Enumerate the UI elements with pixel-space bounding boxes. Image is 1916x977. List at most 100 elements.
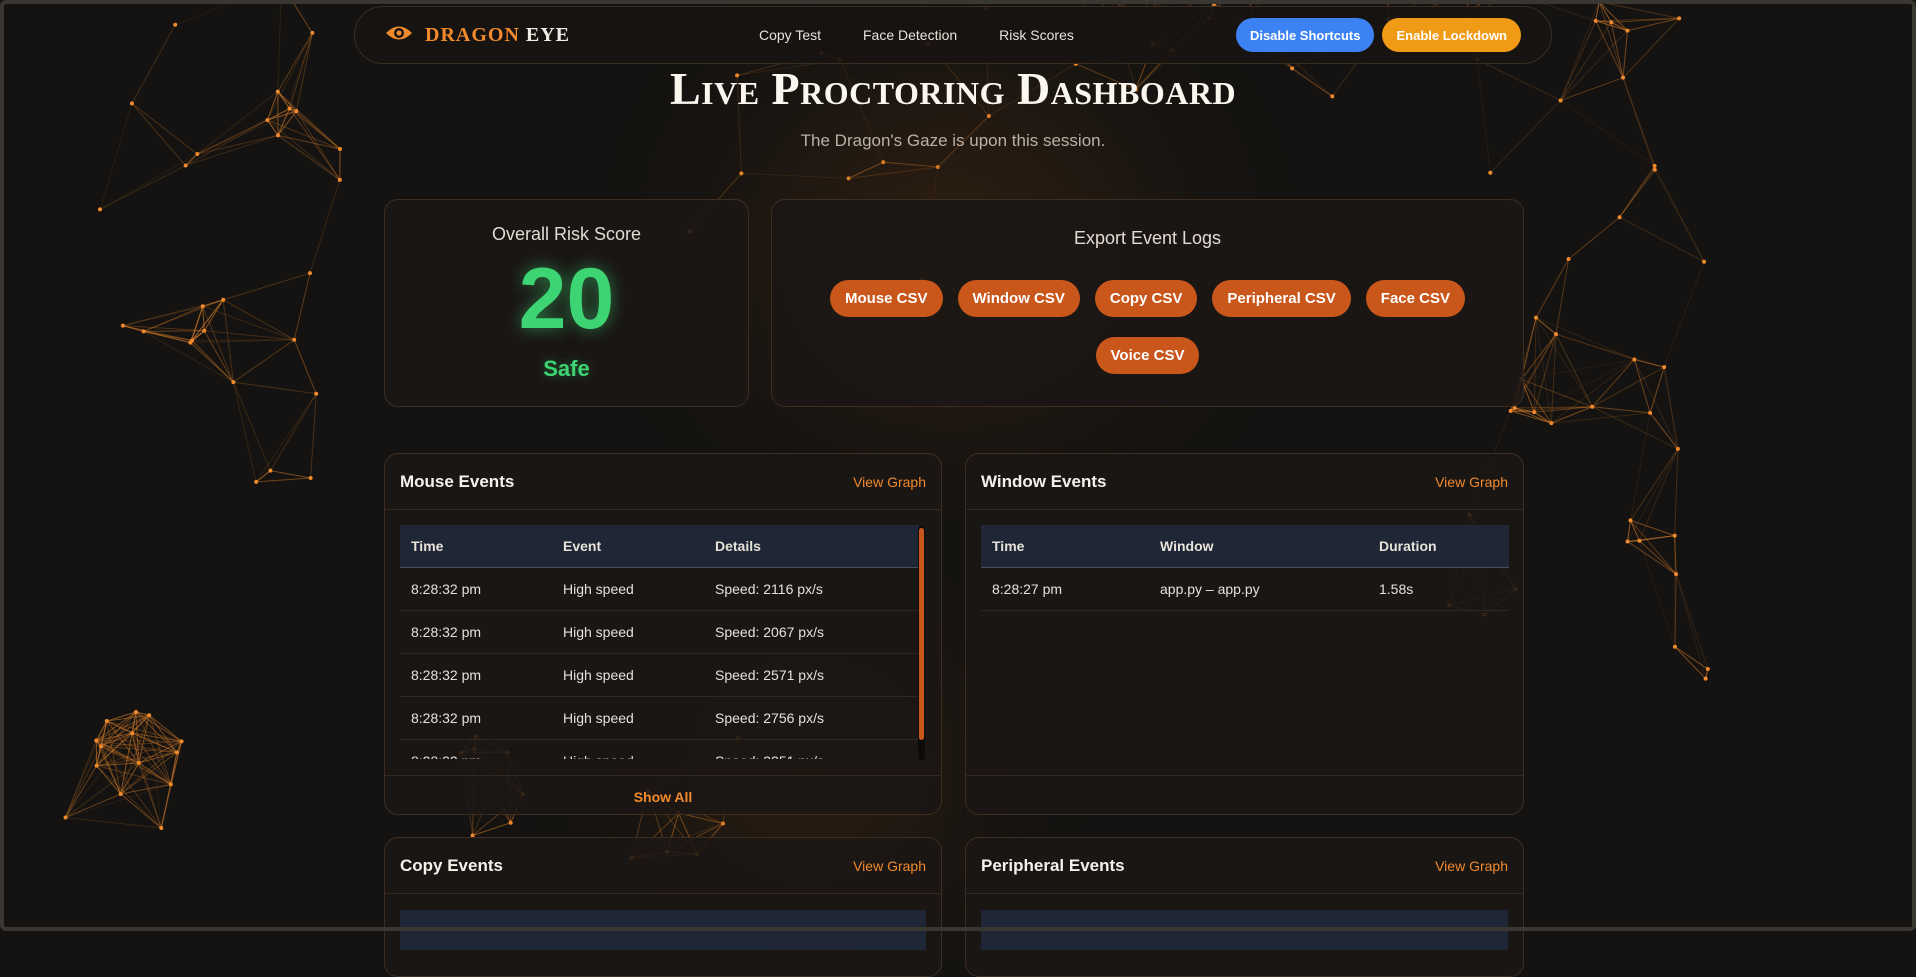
- risk-score-card: Overall Risk Score 20 Safe: [384, 199, 749, 407]
- top-navbar: DRAGONEYE Copy Test Face Detection Risk …: [354, 6, 1552, 64]
- network-line: [1664, 262, 1704, 367]
- network-line: [1620, 170, 1655, 217]
- network-node: [231, 380, 235, 384]
- network-line: [1664, 367, 1678, 449]
- nav-link-face-detection[interactable]: Face Detection: [863, 27, 957, 43]
- network-node: [254, 480, 258, 484]
- network-line: [1536, 318, 1556, 335]
- network-line: [97, 766, 121, 794]
- network-node: [308, 271, 312, 275]
- network-node: [1625, 29, 1629, 33]
- peripheral-view-graph-link[interactable]: View Graph: [1435, 858, 1508, 874]
- network-node: [1590, 405, 1594, 409]
- enable-lockdown-button[interactable]: Enable Lockdown: [1382, 18, 1521, 52]
- network-node: [314, 392, 318, 396]
- cell-details: Speed: 2756 px/s: [704, 697, 919, 740]
- network-line: [223, 273, 310, 300]
- face-csv-button[interactable]: Face CSV: [1366, 280, 1465, 317]
- window-view-graph-link[interactable]: View Graph: [1435, 474, 1508, 490]
- network-node: [1673, 534, 1677, 538]
- brand-name-part1: DRAGON: [425, 24, 520, 46]
- network-line: [1592, 359, 1634, 406]
- divider: [966, 775, 1523, 776]
- network-line: [1522, 359, 1635, 379]
- cell-details: Speed: 2067 px/s: [704, 611, 919, 654]
- divider: [385, 893, 941, 894]
- brand-logo[interactable]: DRAGONEYE: [385, 23, 570, 48]
- nav-link-copy-test[interactable]: Copy Test: [759, 27, 821, 43]
- peripheral-csv-button[interactable]: Peripheral CSV: [1212, 280, 1350, 317]
- network-line: [1628, 536, 1675, 542]
- mouse-events-panel: Mouse Events View Graph Time Event Detai…: [384, 453, 942, 815]
- table-row: 8:28:27 pmapp.py – app.py1.58s: [981, 568, 1509, 611]
- divider: [385, 509, 941, 510]
- network-node: [221, 298, 225, 302]
- window-csv-button[interactable]: Window CSV: [958, 280, 1080, 317]
- network-line: [256, 471, 270, 482]
- copy-csv-button[interactable]: Copy CSV: [1095, 280, 1198, 317]
- network-node: [121, 324, 125, 328]
- network-node: [1567, 257, 1571, 261]
- network-node: [292, 338, 296, 342]
- mouse-csv-button[interactable]: Mouse CSV: [830, 280, 943, 317]
- network-node: [201, 304, 205, 308]
- copy-events-panel: Copy Events View Graph: [384, 837, 942, 977]
- network-line: [66, 766, 97, 818]
- network-node: [509, 821, 513, 825]
- cell-event: High speed: [552, 611, 704, 654]
- network-node: [1618, 215, 1622, 219]
- page-title: Live Proctoring Dashboard: [0, 62, 1906, 115]
- export-logs-card: Export Event Logs Mouse CSV Window CSV C…: [771, 199, 1524, 407]
- network-line: [1108, 0, 1214, 4]
- network-line: [1536, 318, 1592, 407]
- column-header-window: Window: [1149, 525, 1368, 568]
- disable-shortcuts-button[interactable]: Disable Shortcuts: [1236, 18, 1375, 52]
- cell-time: 8:28:32 pm: [400, 568, 552, 611]
- mouse-table-scrollbar[interactable]: [918, 526, 925, 760]
- nav-link-risk-scores[interactable]: Risk Scores: [999, 27, 1074, 43]
- network-node: [1628, 518, 1632, 522]
- cell-duration: 1.58s: [1368, 568, 1509, 611]
- table-row: 8:28:32 pmHigh speedSpeed: 2571 px/s: [400, 654, 919, 697]
- network-node: [173, 23, 177, 27]
- copy-view-graph-link[interactable]: View Graph: [853, 858, 926, 874]
- network-line: [1639, 449, 1677, 541]
- table-header-row: Time Event Details: [400, 525, 919, 568]
- network-node: [184, 164, 188, 168]
- network-node: [1532, 410, 1536, 414]
- peripheral-events-panel: Peripheral Events View Graph: [965, 837, 1524, 977]
- network-line: [256, 478, 310, 482]
- cell-time: 8:28:32 pm: [400, 740, 552, 760]
- network-line: [1534, 359, 1634, 412]
- network-node: [1673, 645, 1677, 649]
- mouse-view-graph-link[interactable]: View Graph: [853, 474, 926, 490]
- divider: [966, 509, 1523, 510]
- network-line: [311, 394, 317, 478]
- nav-actions: Disable Shortcuts Enable Lockdown: [1236, 18, 1521, 52]
- network-line: [1556, 334, 1664, 367]
- column-header-duration: Duration: [1368, 525, 1509, 568]
- network-line: [1511, 411, 1552, 423]
- voice-csv-button[interactable]: Voice CSV: [1096, 337, 1200, 374]
- network-line: [97, 766, 171, 785]
- network-node: [175, 750, 179, 754]
- network-line: [1592, 407, 1650, 413]
- network-node: [134, 710, 138, 714]
- network-line: [144, 331, 205, 332]
- network-line: [1676, 574, 1708, 669]
- column-header-event: Event: [552, 525, 704, 568]
- network-node: [94, 738, 98, 742]
- network-line: [1630, 413, 1650, 521]
- table-row: 8:28:32 pmHigh speedSpeed: 2067 px/s: [400, 611, 919, 654]
- network-line: [190, 343, 233, 383]
- column-header-time: Time: [981, 525, 1149, 568]
- network-line: [1675, 449, 1678, 536]
- network-line: [233, 382, 256, 482]
- mouse-events-table-container[interactable]: Time Event Details 8:28:32 pmHigh speedS…: [400, 525, 919, 759]
- scrollbar-thumb[interactable]: [919, 528, 924, 740]
- network-line: [294, 340, 316, 394]
- network-node: [1509, 409, 1513, 413]
- table-row: 8:28:32 pmHigh speedSpeed: 2116 px/s: [400, 568, 919, 611]
- show-all-button[interactable]: Show All: [385, 789, 941, 805]
- network-node: [202, 329, 206, 333]
